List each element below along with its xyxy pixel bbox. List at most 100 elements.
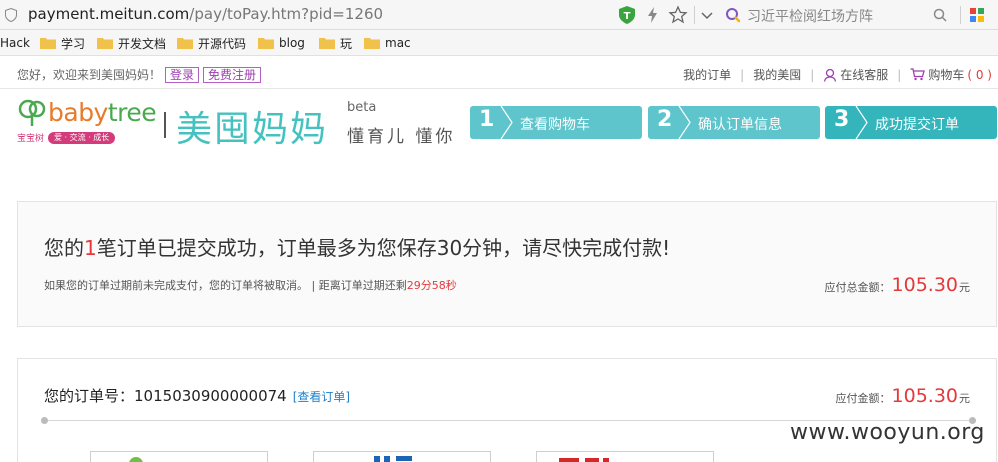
- welcome-text: 您好，欢迎来到美囤妈妈！: [17, 68, 162, 82]
- bookmark-label: 学习: [61, 36, 86, 51]
- my-orders-link[interactable]: 我的订单: [683, 66, 731, 83]
- bookmark-folder-play[interactable]: 玩: [319, 35, 352, 51]
- success-prefix: 您的: [44, 236, 84, 260]
- step-label: 成功提交订单: [875, 117, 959, 133]
- step-confirm-order: 2 确认订单信息: [648, 106, 820, 139]
- order-number-row: 您的订单号： 1015030900000074 [查看订单]: [44, 385, 350, 406]
- brand-slogan: 懂育儿 懂你: [347, 127, 456, 147]
- payment-option-3[interactable]: [536, 451, 714, 462]
- bookmark-folder-opensource[interactable]: 开源代码: [177, 35, 246, 51]
- currency-unit: 元: [959, 281, 970, 294]
- folder-icon: [40, 38, 56, 49]
- search-icon[interactable]: [933, 8, 947, 22]
- apps-grid-icon[interactable]: [967, 5, 987, 25]
- register-button[interactable]: 免费注册: [203, 66, 262, 83]
- meitun-brand-logo[interactable]: 美囤妈妈: [176, 100, 328, 152]
- payment-option-2[interactable]: [313, 451, 491, 462]
- divider-dot: [41, 417, 48, 424]
- welcome-area: 您好，欢迎来到美囤妈妈！ 登录 免费注册: [17, 66, 262, 83]
- step-number: 2: [657, 107, 673, 132]
- search-input[interactable]: 习近平检阅红场方阵: [747, 6, 873, 26]
- payment-logo-icon: [374, 456, 412, 462]
- order-amount: 应付金额： 105.30 元: [836, 385, 970, 407]
- payment-option-1[interactable]: [90, 451, 268, 462]
- cart-count: ( 0 ): [967, 67, 992, 82]
- toolbar-divider: [694, 6, 695, 24]
- babytree-logo[interactable]: babytree: [48, 98, 157, 127]
- folder-icon: [319, 38, 335, 49]
- online-service-link[interactable]: 在线客服: [840, 66, 888, 83]
- bookmark-label: mac: [385, 36, 411, 50]
- cart-link[interactable]: 购物车: [928, 66, 964, 83]
- folder-icon: [177, 38, 193, 49]
- site-header: babytree 宝宝树 爱 · 交流 · 成长 美囤妈妈 beta 懂育儿 懂…: [0, 90, 998, 162]
- folder-icon: [364, 38, 380, 49]
- browser-address-bar: payment.meitun.com/pay/toPay.htm?pid=126…: [0, 0, 998, 30]
- currency-unit: 元: [959, 392, 970, 405]
- watermark-text: www.wooyun.org: [790, 420, 985, 445]
- babytree-leaf-icon: [18, 99, 46, 126]
- bookmark-folder-mac[interactable]: mac: [364, 35, 411, 51]
- chevron-right-icon: [500, 106, 513, 139]
- bookmark-folder-devdocs[interactable]: 开发文档: [97, 35, 166, 51]
- url-field[interactable]: payment.meitun.com/pay/toPay.htm?pid=126…: [28, 5, 383, 23]
- logo-subtitle: 宝宝树 爱 · 交流 · 成长: [17, 131, 116, 144]
- total-amount-value: 105.30: [891, 274, 958, 296]
- customer-service-icon: [824, 68, 837, 82]
- step-number: 3: [834, 107, 850, 132]
- payment-logo-icon: [559, 458, 609, 462]
- chevron-right-icon: [678, 106, 691, 139]
- chevron-down-icon[interactable]: [697, 5, 717, 25]
- my-meitun-link[interactable]: 我的美囤: [753, 66, 801, 83]
- security-extension-icon[interactable]: T: [617, 5, 637, 25]
- success-message: 您的1笔订单已提交成功，订单最多为您保存30分钟，请尽快完成付款!: [44, 232, 670, 261]
- lightning-icon[interactable]: [643, 5, 663, 25]
- toolbar-divider: [960, 6, 961, 24]
- url-path: /pay/toPay.htm?pid=1260: [189, 5, 384, 23]
- divider: |: [897, 67, 902, 82]
- logo-cn-text: 宝宝树: [17, 134, 45, 144]
- bookmark-folder-study[interactable]: 学习: [40, 35, 85, 51]
- divider: |: [740, 67, 745, 82]
- chevron-right-icon: [855, 106, 868, 139]
- logo-tagline: 爱 · 交流 · 成长: [48, 131, 116, 144]
- folder-icon: [97, 38, 113, 49]
- folder-icon: [258, 38, 274, 49]
- order-amount-value: 105.30: [891, 385, 958, 407]
- total-amount-label: 应付总金额：: [824, 281, 891, 294]
- bookmark-folder-blog[interactable]: blog: [258, 35, 305, 51]
- bookmark-label: blog: [279, 36, 305, 50]
- cart-icon: [910, 68, 926, 81]
- bookmarks-bar: Hack 学习 开发文档 开源代码 blog 玩 mac: [0, 30, 998, 56]
- top-links: 我的订单 | 我的美囤 | 在线客服 | 购物车 ( 0 ): [683, 66, 992, 83]
- bookmark-label: Hack: [0, 36, 30, 50]
- url-host: payment.meitun.com: [28, 5, 190, 23]
- site-top-bar: 您好，欢迎来到美囤妈妈！ 登录 免费注册 我的订单 | 我的美囤 | 在线客服 …: [0, 57, 998, 89]
- step-label: 查看购物车: [520, 117, 590, 133]
- step-label: 确认订单信息: [698, 117, 782, 133]
- browser-search-box[interactable]: 习近平检阅红场方阵: [719, 3, 957, 27]
- success-suffix: 笔订单已提交成功，订单最多为您保存30分钟，请尽快完成付款!: [96, 236, 671, 260]
- step-view-cart: 1 查看购物车: [470, 106, 642, 139]
- bookmark-label: 开发文档: [118, 36, 167, 51]
- order-amount-label: 应付金额：: [835, 392, 891, 405]
- order-number-label: 您的订单号：: [44, 387, 135, 405]
- view-order-link[interactable]: [查看订单]: [293, 388, 350, 405]
- svg-text:T: T: [624, 11, 631, 22]
- order-number: 1015030900000074: [134, 387, 287, 405]
- bookmark-hack[interactable]: Hack: [0, 35, 30, 51]
- divider: |: [810, 67, 815, 82]
- expiry-note: 如果您的订单过期前未完成支付，您的订单将被取消。 | 距离订单过期还剩29分58…: [44, 277, 457, 293]
- step-submit-order: 3 成功提交订单: [825, 106, 997, 139]
- login-button[interactable]: 登录: [165, 66, 200, 83]
- bookmark-label: 开源代码: [198, 36, 247, 51]
- logo-tree-text: tree: [107, 98, 157, 127]
- logo-baby-text: baby: [48, 98, 108, 127]
- star-bookmark-icon[interactable]: [668, 5, 688, 25]
- search-engine-icon: [726, 8, 741, 23]
- total-amount: 应付总金额： 105.30 元: [825, 274, 970, 296]
- order-count: 1: [84, 236, 97, 260]
- countdown-timer: 29分58秒: [406, 279, 457, 292]
- site-shield-icon[interactable]: [5, 8, 17, 22]
- logo-divider: [164, 112, 166, 138]
